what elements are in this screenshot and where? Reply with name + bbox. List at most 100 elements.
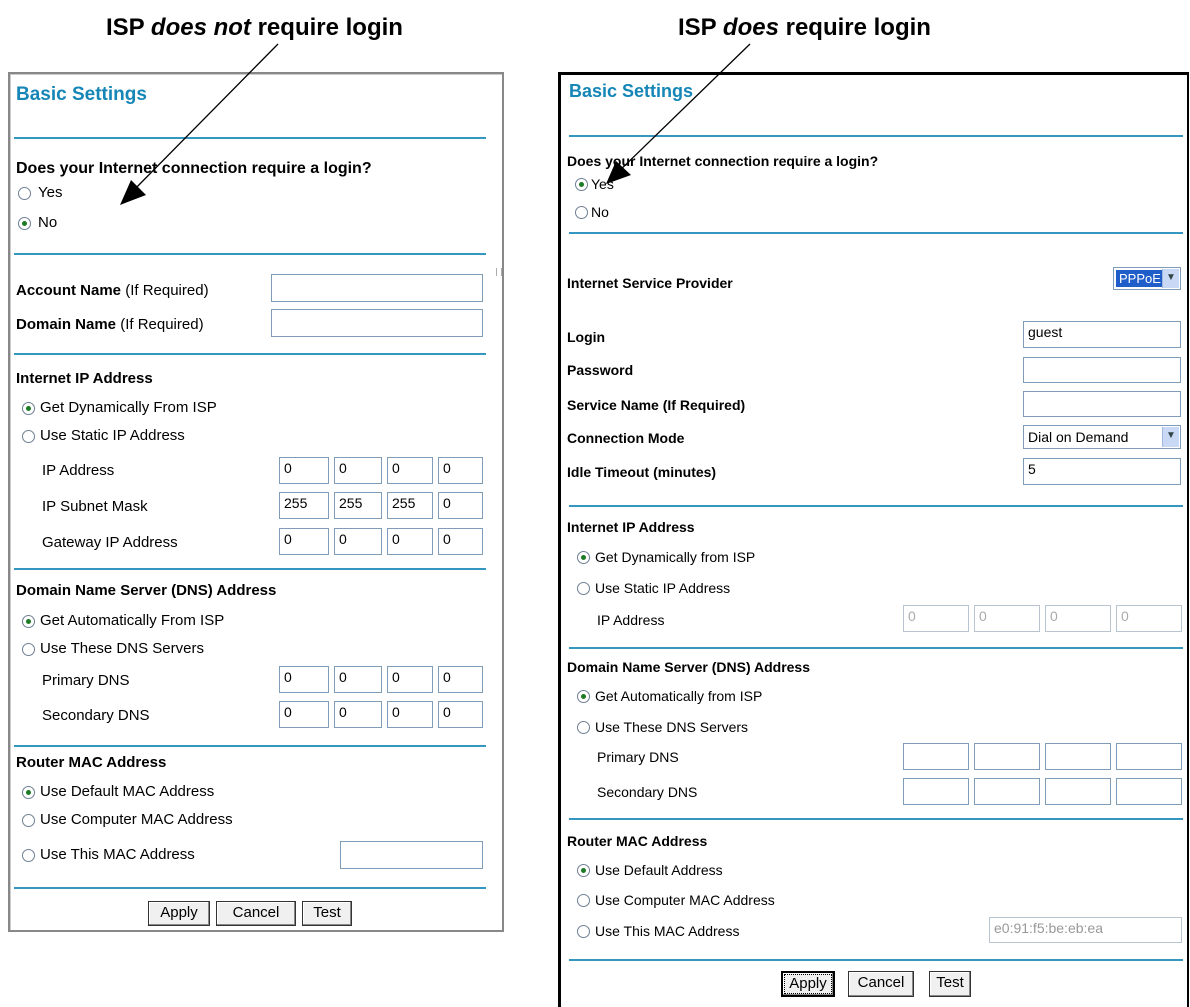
chevron-down-icon: ▼ xyxy=(1162,269,1179,288)
left-heading: ISP does not require login xyxy=(106,14,403,42)
dns-title: Domain Name Server (DNS) Address xyxy=(16,582,277,599)
mac-default-radio[interactable] xyxy=(577,864,590,877)
primary-dns-octet-1[interactable] xyxy=(903,743,969,770)
ip-address-label: IP Address xyxy=(597,612,665,628)
ip-octet-2[interactable]: 0 xyxy=(974,605,1040,632)
primary-dns-octet-2[interactable]: 0 xyxy=(334,666,382,693)
secondary-dns-octet-1[interactable] xyxy=(903,778,969,805)
service-name-label: Service Name (If Required) xyxy=(567,397,746,413)
mac-default-radio[interactable] xyxy=(22,786,35,799)
mac-title: Router MAC Address xyxy=(16,754,167,771)
ip-dynamic-label: Get Dynamically From ISP xyxy=(40,399,217,416)
isp-label: Internet Service Provider xyxy=(567,275,733,291)
connection-mode-select[interactable]: Dial on Demand ▼ xyxy=(1023,425,1181,449)
mac-this-label: Use This MAC Address xyxy=(40,846,195,863)
login-yes-radio[interactable] xyxy=(18,187,31,200)
right-basic-settings-panel: Basic Settings Does your Internet connec… xyxy=(558,72,1189,1007)
test-button[interactable]: Test xyxy=(302,901,352,926)
mac-this-radio[interactable] xyxy=(22,849,35,862)
idle-timeout-input[interactable]: 5 xyxy=(1023,458,1181,485)
test-button[interactable]: Test xyxy=(929,971,971,997)
mac-address-input[interactable] xyxy=(340,841,483,869)
apply-button[interactable]: Apply xyxy=(781,971,835,997)
secondary-dns-octet-2[interactable] xyxy=(974,778,1040,805)
cancel-button[interactable]: Cancel xyxy=(848,971,914,997)
left-basic-settings-panel: Basic Settings Does your Internet connec… xyxy=(8,72,504,932)
login-input[interactable]: guest xyxy=(1023,321,1181,348)
dns-title: Domain Name Server (DNS) Address xyxy=(567,659,811,675)
apply-button[interactable]: Apply xyxy=(148,901,210,926)
ip-octet-3[interactable]: 0 xyxy=(1045,605,1111,632)
mac-address-input[interactable]: e0:91:f5:be:eb:ea xyxy=(989,917,1182,943)
login-no-radio[interactable] xyxy=(18,217,31,230)
ip-octet-4[interactable]: 0 xyxy=(1116,605,1182,632)
secondary-dns-octet-3[interactable]: 0 xyxy=(387,701,433,728)
mask-octet-2[interactable]: 255 xyxy=(334,492,382,519)
primary-dns-octet-4[interactable] xyxy=(1116,743,1182,770)
primary-dns-octet-3[interactable] xyxy=(1045,743,1111,770)
gateway-octet-1[interactable]: 0 xyxy=(279,528,329,555)
mask-octet-3[interactable]: 255 xyxy=(387,492,433,519)
divider xyxy=(14,137,486,139)
divider xyxy=(14,253,486,255)
divider xyxy=(569,505,1183,507)
divider xyxy=(569,135,1183,137)
heading-right-pre: ISP xyxy=(678,14,723,41)
cancel-button[interactable]: Cancel xyxy=(216,901,296,926)
login-yes-radio[interactable] xyxy=(575,178,588,191)
isp-select[interactable]: PPPoE ▼ xyxy=(1113,267,1181,290)
primary-dns-octet-3[interactable]: 0 xyxy=(387,666,433,693)
divider xyxy=(569,818,1183,820)
right-heading: ISP does require login xyxy=(678,14,931,42)
login-yes-label: Yes xyxy=(591,176,614,192)
ip-dynamic-radio[interactable] xyxy=(577,551,590,564)
login-no-label: No xyxy=(38,214,58,231)
ip-static-radio[interactable] xyxy=(22,430,35,443)
primary-dns-octet-1[interactable]: 0 xyxy=(279,666,329,693)
secondary-dns-octet-3[interactable] xyxy=(1045,778,1111,805)
mac-computer-radio[interactable] xyxy=(577,894,590,907)
gateway-octet-4[interactable]: 0 xyxy=(438,528,483,555)
domain-name-input[interactable] xyxy=(271,309,483,337)
right-panel-title: Basic Settings xyxy=(569,81,694,101)
mask-octet-1[interactable]: 255 xyxy=(279,492,329,519)
ip-octet-2[interactable]: 0 xyxy=(334,457,382,484)
dns-auto-radio[interactable] xyxy=(22,615,35,628)
ip-address-label: IP Address xyxy=(42,462,115,479)
secondary-dns-octet-1[interactable]: 0 xyxy=(279,701,329,728)
secondary-dns-octet-4[interactable] xyxy=(1116,778,1182,805)
dns-manual-radio[interactable] xyxy=(577,721,590,734)
mac-computer-radio[interactable] xyxy=(22,814,35,827)
mac-computer-label: Use Computer MAC Address xyxy=(595,892,775,908)
divider xyxy=(14,887,486,889)
dns-auto-radio[interactable] xyxy=(577,690,590,703)
mac-this-radio[interactable] xyxy=(577,925,590,938)
ip-octet-1[interactable]: 0 xyxy=(903,605,969,632)
ip-static-radio[interactable] xyxy=(577,582,590,595)
ip-static-label: Use Static IP Address xyxy=(595,580,731,596)
primary-dns-label: Primary DNS xyxy=(42,672,130,689)
mask-octet-4[interactable]: 0 xyxy=(438,492,483,519)
divider xyxy=(569,647,1183,649)
primary-dns-octet-4[interactable]: 0 xyxy=(438,666,483,693)
gateway-label: Gateway IP Address xyxy=(42,534,178,551)
gateway-octet-2[interactable]: 0 xyxy=(334,528,382,555)
secondary-dns-octet-2[interactable]: 0 xyxy=(334,701,382,728)
account-name-input[interactable] xyxy=(271,274,483,302)
ip-octet-1[interactable]: 0 xyxy=(279,457,329,484)
login-no-radio[interactable] xyxy=(575,206,588,219)
ip-octet-4[interactable]: 0 xyxy=(438,457,483,484)
internet-ip-title: Internet IP Address xyxy=(567,519,695,535)
mac-computer-label: Use Computer MAC Address xyxy=(40,811,233,828)
dns-manual-radio[interactable] xyxy=(22,643,35,656)
heading-left-pre: ISP xyxy=(106,14,151,41)
login-label: Login xyxy=(567,329,606,345)
gateway-octet-3[interactable]: 0 xyxy=(387,528,433,555)
ip-octet-3[interactable]: 0 xyxy=(387,457,433,484)
password-input[interactable] xyxy=(1023,357,1181,383)
ip-dynamic-label: Get Dynamically from ISP xyxy=(595,549,756,565)
secondary-dns-octet-4[interactable]: 0 xyxy=(438,701,483,728)
ip-dynamic-radio[interactable] xyxy=(22,402,35,415)
primary-dns-octet-2[interactable] xyxy=(974,743,1040,770)
service-name-input[interactable] xyxy=(1023,391,1181,417)
